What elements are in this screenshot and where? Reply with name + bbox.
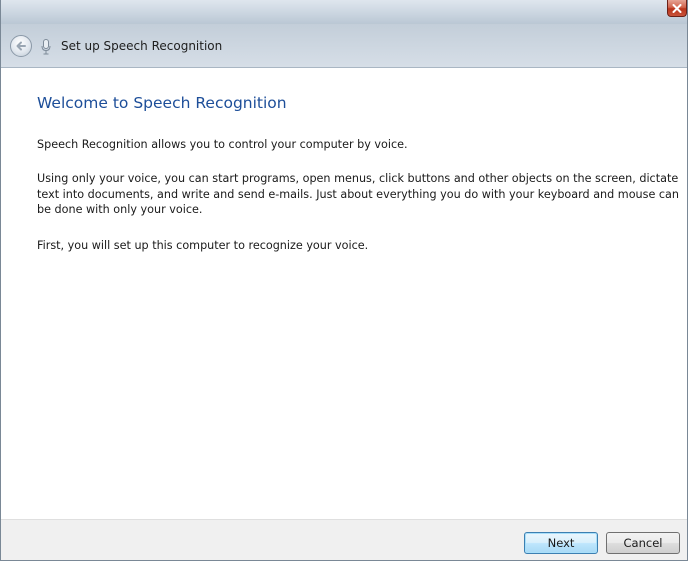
navigation-bar: Set up Speech Recognition [1, 24, 687, 68]
wizard-window: Set up Speech Recognition Welcome to Spe… [0, 0, 688, 561]
wizard-title: Set up Speech Recognition [61, 39, 223, 53]
back-button[interactable] [10, 35, 32, 57]
next-button[interactable]: Next [524, 532, 598, 554]
setup-paragraph: First, you will set up this computer to … [37, 239, 369, 252]
intro-paragraph: Speech Recognition allows you to control… [37, 138, 408, 151]
back-arrow-icon [16, 41, 26, 51]
microphone-icon [41, 39, 51, 55]
title-bar[interactable] [1, 0, 687, 24]
wizard-footer: Next Cancel [1, 519, 687, 560]
cancel-button[interactable]: Cancel [606, 532, 680, 554]
description-paragraph: Using only your voice, you can start pro… [37, 172, 679, 216]
wizard-content: Welcome to Speech Recognition Speech Rec… [1, 68, 687, 519]
close-icon [672, 3, 682, 13]
page-heading: Welcome to Speech Recognition [37, 94, 287, 112]
close-button[interactable] [667, 0, 687, 17]
